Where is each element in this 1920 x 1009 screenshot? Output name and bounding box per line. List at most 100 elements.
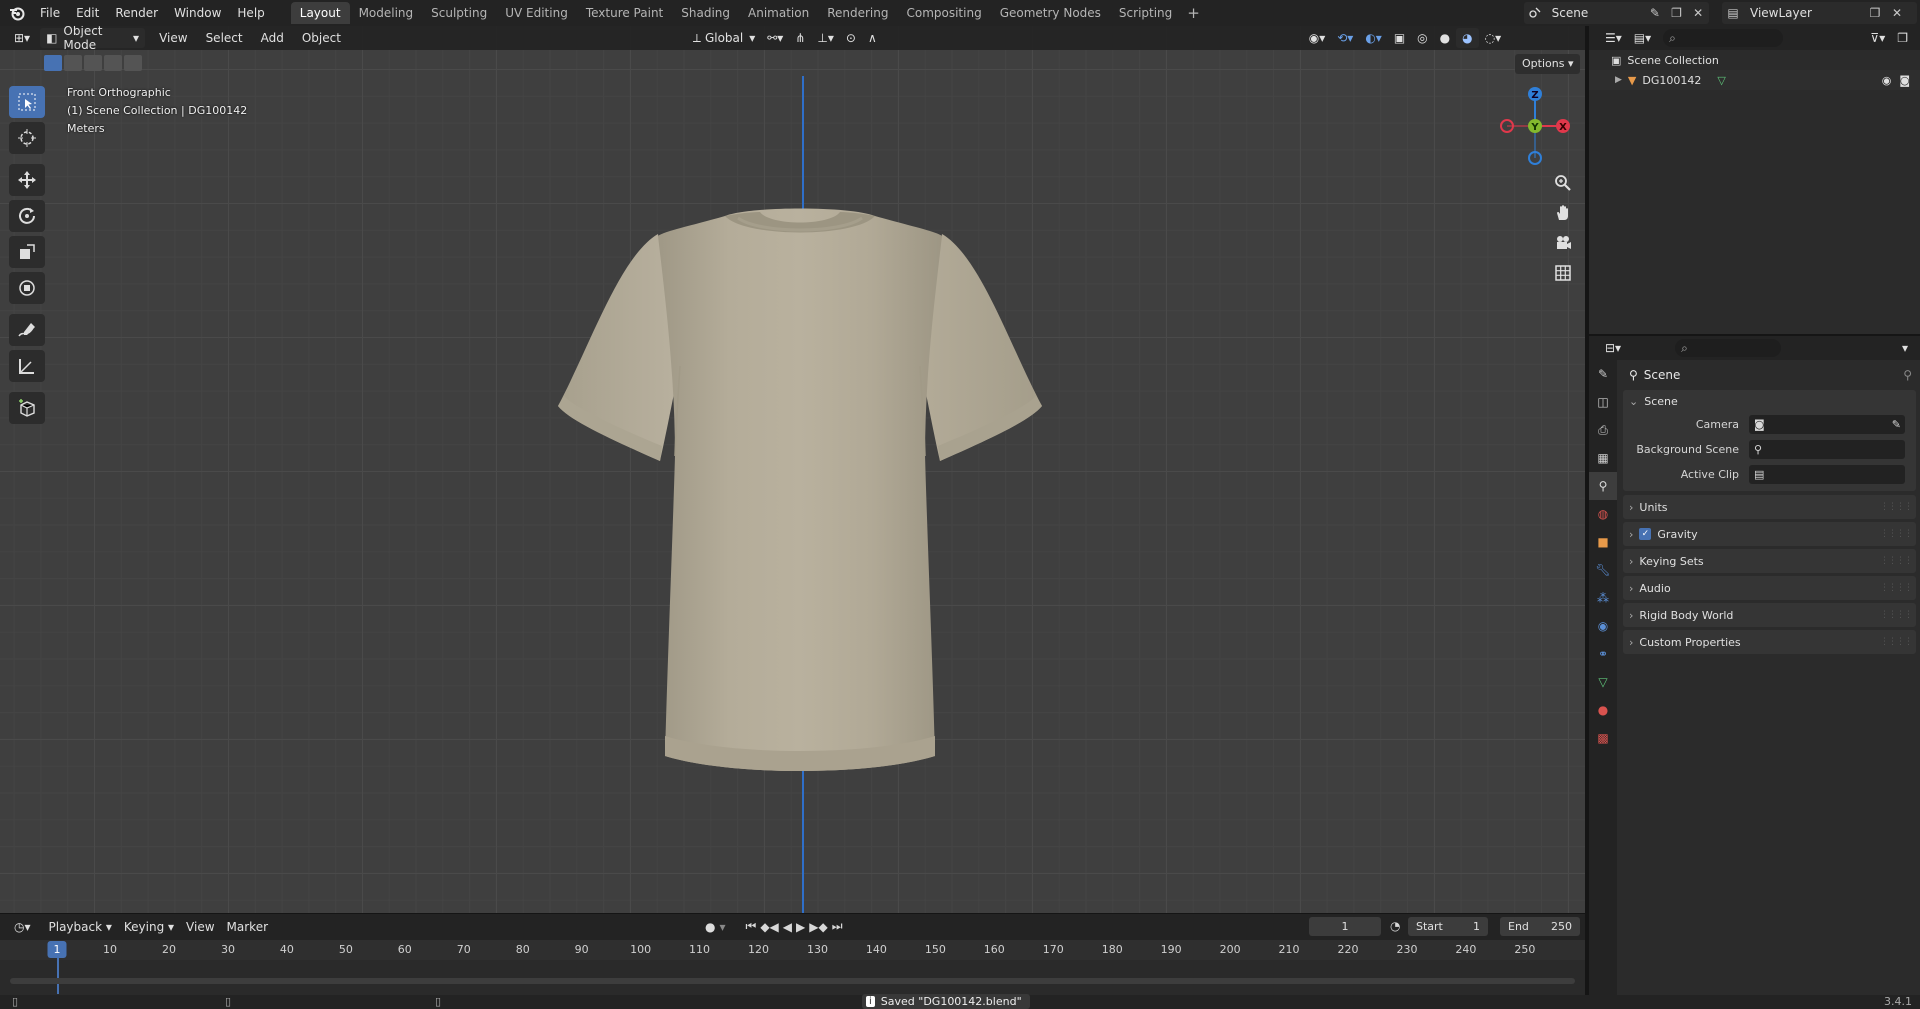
timeline-editor-type[interactable]: ◷▾ (8, 917, 37, 937)
rotate-tool[interactable] (9, 200, 45, 232)
menu-view[interactable]: View (153, 28, 193, 48)
drag-handle-icon[interactable]: ⋮⋮⋮⋮ (1880, 502, 1913, 512)
menu-marker[interactable]: Marker (221, 917, 274, 937)
tab-rendering[interactable]: Rendering (818, 2, 897, 24)
visibility-eye-icon[interactable]: ◉ (1882, 74, 1892, 87)
start-frame-field[interactable]: Start 1 (1408, 917, 1488, 936)
keying-sets-panel[interactable]: › Keying Sets ⋮⋮⋮⋮ (1623, 549, 1916, 573)
remove-layer-icon[interactable]: ✕ (1886, 2, 1908, 24)
area-separator[interactable] (1585, 26, 1589, 995)
select-intersect-icon[interactable] (124, 55, 142, 71)
scene-selector[interactable]: Scene ✎ ❐ ✕ (1524, 2, 1709, 24)
new-collection-button[interactable]: ❐ (1891, 28, 1914, 48)
menu-render[interactable]: Render (107, 0, 166, 26)
object-tab[interactable]: ■ (1589, 528, 1617, 556)
select-extend-icon[interactable] (64, 55, 82, 71)
menu-edit[interactable]: Edit (68, 0, 107, 26)
current-frame-field[interactable]: 1 (1309, 917, 1381, 936)
scene-panel-header[interactable]: ⌄ Scene (1623, 390, 1916, 412)
prev-keyframe-icon[interactable]: ◆◀ (760, 920, 778, 934)
tab-uv-editing[interactable]: UV Editing (496, 2, 577, 24)
menu-keying[interactable]: Keying ▾ (118, 917, 180, 937)
outliner-row-scene-collection[interactable]: ▣ Scene Collection (1589, 50, 1920, 70)
xray-toggle[interactable]: ▣ (1388, 28, 1411, 48)
background-scene-field[interactable]: ⚲ (1749, 440, 1905, 459)
gravity-checkbox[interactable]: ✓ (1639, 528, 1652, 540)
menu-window[interactable]: Window (166, 0, 229, 26)
chevron-down-icon[interactable]: ▾ (719, 920, 725, 934)
menu-playback[interactable]: Playback ▾ (43, 917, 118, 937)
texture-tab[interactable]: ▩ (1589, 724, 1617, 752)
properties-options[interactable]: ▾ (1896, 338, 1914, 358)
visibility-dropdown[interactable]: ◉▾ (1303, 28, 1332, 48)
measure-tool[interactable] (9, 350, 45, 382)
end-frame-field[interactable]: End 250 (1500, 917, 1580, 936)
options-dropdown[interactable]: Options ▾ (1515, 54, 1581, 74)
add-workspace-button[interactable]: + (1181, 4, 1206, 22)
outliner-search[interactable]: ⌕ (1663, 29, 1784, 47)
jump-start-icon[interactable]: ⏮ (746, 919, 757, 934)
outliner[interactable]: ☰▾ ▤▾ ⌕ ⊽▾ ❐ ▣ Scene Collection ▶ ▼ DG10… (1589, 26, 1920, 334)
drag-handle-icon[interactable]: ⋮⋮⋮⋮ (1880, 529, 1913, 539)
outliner-row-object[interactable]: ▶ ▼ DG100142 ▽ ◉ ◙ (1589, 70, 1920, 90)
play-icon[interactable]: ▶ (796, 920, 805, 934)
menu-timeline-view[interactable]: View (180, 917, 220, 937)
pin-icon[interactable]: ⚲ (1903, 368, 1912, 382)
material-tab[interactable]: ● (1589, 696, 1617, 724)
pin-icon[interactable]: ✎ (1644, 2, 1666, 24)
tab-geometry-nodes[interactable]: Geometry Nodes (991, 2, 1110, 24)
falloff-dropdown[interactable]: ∧ (862, 28, 883, 48)
shading-wireframe[interactable]: ◎ (1411, 28, 1433, 48)
move-tool[interactable] (9, 164, 45, 196)
properties-editor[interactable]: ⊟▾ ⌕ ▾ ✎ ◫ ⎙ ▦ ⚲ ◍ ■ 🔧︎ ⁂ ◉ ⚭ ▽ ● ▩ ⚲ Sc… (1589, 336, 1920, 995)
view-layer-selector[interactable]: ▤ ViewLayer ❐ ✕ (1722, 2, 1917, 24)
orientation-dropdown[interactable]: ⟂ Global ▾ (687, 28, 761, 48)
gravity-panel[interactable]: › ✓ Gravity ⋮⋮⋮⋮ (1623, 522, 1916, 546)
ortho-grid-icon[interactable] (1548, 259, 1578, 287)
add-cube-tool[interactable] (9, 392, 45, 424)
overlay-toggle[interactable]: ◐▾ (1359, 28, 1388, 48)
custom-properties-panel[interactable]: › Custom Properties ⋮⋮⋮⋮ (1623, 630, 1916, 654)
drag-handle-icon[interactable]: ⋮⋮⋮⋮ (1880, 556, 1913, 566)
area-separator[interactable] (1589, 334, 1920, 336)
timeline-ruler[interactable]: 1 10 20 30 40 50 60 70 80 90 100 110 120 130 140 150 160… (0, 940, 1585, 960)
data-tab[interactable]: ▽ (1589, 668, 1617, 696)
navigation-gizmo[interactable]: Z X Y (1490, 81, 1580, 171)
filter-dropdown[interactable]: ⊽▾ (1864, 28, 1891, 48)
transform-tool[interactable] (9, 272, 45, 304)
eyedropper-icon[interactable]: ✎ (1892, 418, 1901, 431)
scene-tab[interactable]: ⚲ (1589, 472, 1617, 500)
record-icon[interactable]: ● (705, 920, 715, 934)
particles-tab[interactable]: ⁂ (1589, 584, 1617, 612)
pan-hand-icon[interactable] (1548, 199, 1578, 227)
mode-dropdown[interactable]: ◧ Object Mode ▾ (40, 26, 146, 52)
next-keyframe-icon[interactable]: ▶◆ (809, 920, 827, 934)
proportional-toggle[interactable]: ⊙ (840, 28, 862, 48)
stopwatch-icon[interactable]: ◔ (1390, 919, 1400, 933)
camera-view-icon[interactable] (1548, 229, 1578, 257)
tab-sculpting[interactable]: Sculpting (422, 2, 496, 24)
menu-file[interactable]: File (32, 0, 68, 26)
shading-rendered[interactable]: ◌▾ (1479, 28, 1508, 48)
annotate-tool[interactable] (9, 314, 45, 346)
active-clip-field[interactable]: ▤ (1749, 465, 1905, 484)
select-box-tool[interactable] (9, 86, 45, 118)
gizmo-toggle[interactable]: ⟲▾ (1331, 28, 1359, 48)
outliner-editor-type[interactable]: ☰▾ (1599, 28, 1628, 48)
snap-dropdown[interactable]: ⊥▾ (811, 28, 839, 48)
snap-toggle[interactable]: ⋔ (789, 28, 811, 48)
properties-editor-type[interactable]: ⊟▾ (1599, 338, 1627, 358)
rigid-body-world-panel[interactable]: › Rigid Body World ⋮⋮⋮⋮ (1623, 603, 1916, 627)
menu-help[interactable]: Help (229, 0, 272, 26)
select-new-icon[interactable] (44, 55, 62, 71)
drag-handle-icon[interactable]: ⋮⋮⋮⋮ (1880, 610, 1913, 620)
jump-end-icon[interactable]: ⏭ (832, 919, 843, 934)
tab-modeling[interactable]: Modeling (350, 2, 423, 24)
cursor-tool[interactable] (9, 122, 45, 154)
menu-object[interactable]: Object (296, 28, 347, 48)
tab-animation[interactable]: Animation (739, 2, 818, 24)
units-panel[interactable]: › Units ⋮⋮⋮⋮ (1623, 495, 1916, 519)
tshirt-mesh[interactable] (540, 176, 1060, 786)
editor-type-button[interactable]: ⊞▾ (8, 28, 36, 48)
blender-logo-icon[interactable] (8, 4, 26, 22)
